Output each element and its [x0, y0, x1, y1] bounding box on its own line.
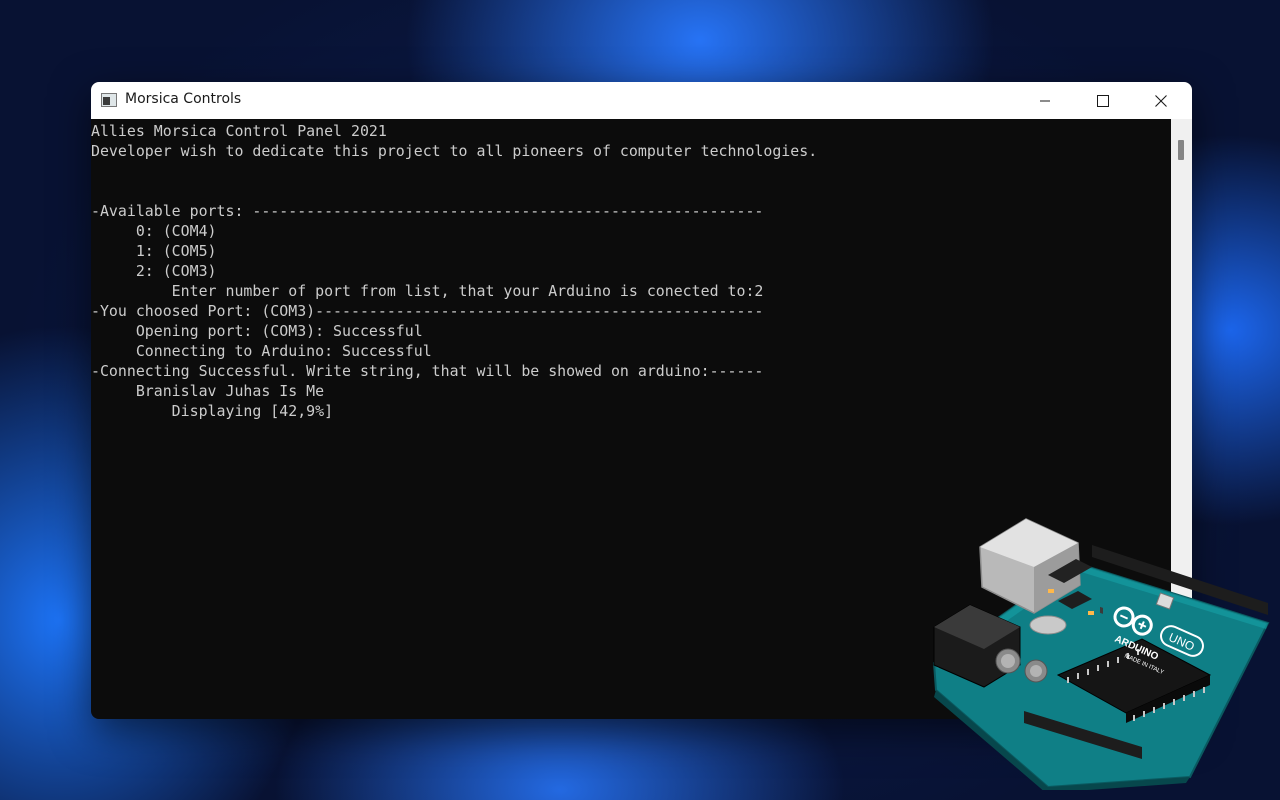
- close-icon: [1155, 94, 1167, 107]
- close-button[interactable]: [1132, 82, 1190, 119]
- console-line: Displaying [42,9%]: [91, 402, 334, 420]
- console-line: 0: (COM4): [91, 222, 217, 240]
- minimize-icon: [1040, 100, 1050, 101]
- console-line: 1: (COM5): [91, 242, 217, 260]
- console-line: Branislav Juhas Is Me: [91, 382, 325, 400]
- console-line: -Available ports: ----------------------…: [91, 202, 764, 220]
- console-line: Enter number of port from list, that you…: [91, 282, 764, 300]
- console-app-icon: [101, 93, 117, 107]
- console-line: Developer wish to dedicate this project …: [91, 142, 818, 160]
- window-title: Morsica Controls: [125, 91, 242, 107]
- title-bar[interactable]: Morsica Controls: [91, 82, 1192, 119]
- arduino-uno-board: ARDUINO MADE IN ITALY UNO: [932, 518, 1270, 790]
- console-line: -You choosed Port: (COM3)---------------…: [91, 302, 764, 320]
- console-line: Connecting to Arduino: Successful: [91, 342, 432, 360]
- console-line: Opening port: (COM3): Successful: [91, 322, 423, 340]
- console-line: Allies Morsica Control Panel 2021: [91, 122, 387, 140]
- console-line: 2: (COM3): [91, 262, 217, 280]
- scrollbar-thumb[interactable]: [1178, 140, 1184, 160]
- console-line: -Connecting Successful. Write string, th…: [91, 362, 764, 380]
- maximize-button[interactable]: [1074, 82, 1132, 119]
- minimize-button[interactable]: [1016, 82, 1074, 119]
- maximize-icon: [1097, 94, 1109, 107]
